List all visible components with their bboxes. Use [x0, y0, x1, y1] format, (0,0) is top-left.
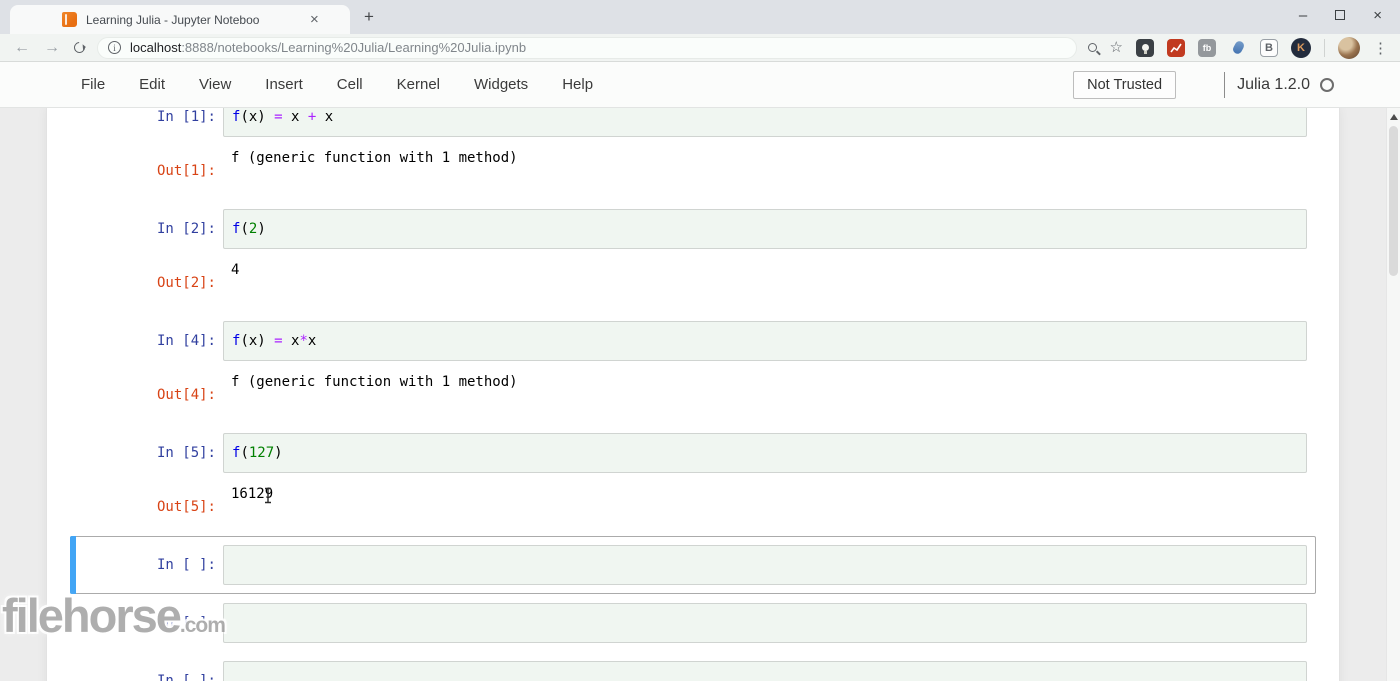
code-token: x	[283, 333, 300, 349]
code-cell[interactable]: In [ ]:	[70, 594, 1316, 652]
extension-lightbulb-icon[interactable]	[1136, 39, 1154, 57]
code-token: (x)	[240, 333, 274, 349]
extension-k-icon[interactable]: K	[1291, 38, 1311, 58]
extension-chart-icon[interactable]	[1167, 39, 1185, 57]
toolbar-divider	[1324, 39, 1325, 57]
input-prompt: In [ ]:	[79, 603, 216, 633]
mouse-glyph	[1231, 40, 1245, 56]
code-token: 127	[249, 445, 274, 461]
browser-tab-bar: Learning Julia - Jupyter Noteboo × + – ×	[0, 0, 1400, 34]
kernel-status-icon	[1320, 78, 1334, 92]
browser-menu-icon[interactable]: ⋮	[1373, 39, 1388, 57]
output-text: f (generic function with 1 method)	[223, 373, 518, 391]
code-token: (x)	[240, 109, 274, 125]
code-input-area[interactable]	[223, 545, 1307, 585]
scrollbar[interactable]	[1386, 108, 1400, 681]
tab-title: Learning Julia - Jupyter Noteboo	[86, 13, 304, 27]
code-cell[interactable]: In [1]: f(x) = x + xOut[1]: f (generic fun…	[70, 108, 1316, 200]
code-token: (	[240, 445, 248, 461]
notebook-container: In [1]: f(x) = x + xOut[1]: f (generic fun…	[46, 108, 1340, 681]
code-token: )	[274, 445, 282, 461]
code-token: )	[257, 221, 265, 237]
input-prompt: In [ ]:	[79, 661, 216, 681]
code-cell[interactable]: In [2]:f(2)Out[2]: 4	[70, 200, 1316, 312]
jupyter-menubar: File Edit View Insert Cell Kernel Widget…	[0, 62, 1400, 108]
code-cell[interactable]: In [ ]:	[70, 652, 1316, 681]
code-token: x	[308, 333, 316, 349]
input-prompt: In [ ]:	[79, 545, 216, 575]
browser-toolbar: ← → i localhost:8888/notebooks/Learning%…	[0, 34, 1400, 62]
header-divider	[1224, 72, 1225, 98]
new-tab-button[interactable]: +	[358, 7, 380, 27]
back-button[interactable]: ←	[14, 39, 30, 57]
code-input-area[interactable]: f(2)	[223, 209, 1307, 249]
menu-insert[interactable]: Insert	[248, 76, 320, 93]
output-text: f (generic function with 1 method)	[223, 149, 518, 167]
window-maximize-button[interactable]	[1335, 10, 1345, 20]
code-token: x	[283, 109, 308, 125]
output-prompt: Out[5]:	[79, 485, 216, 517]
menu-edit[interactable]: Edit	[122, 76, 182, 93]
output-text: 16129	[223, 485, 273, 503]
lightbulb-glyph	[1142, 44, 1149, 51]
kernel-name: Julia 1.2.0	[1237, 76, 1310, 94]
url-text: localhost:8888/notebooks/Learning%20Juli…	[130, 40, 526, 55]
input-prompt: In [4]:	[79, 321, 216, 351]
output-prompt: Out[2]:	[79, 261, 216, 293]
url-host: localhost	[130, 40, 181, 55]
url-path: :8888/notebooks/Learning%20Julia/Learnin…	[181, 40, 526, 55]
code-cell-selected[interactable]: In [ ]:	[70, 536, 1316, 594]
input-prompt: In [1]:	[79, 108, 216, 127]
code-input-area[interactable]: f(x) = x + x	[223, 108, 1307, 137]
code-cell[interactable]: In [5]:f(127)Out[5]: 16129	[70, 424, 1316, 536]
trust-status-badge[interactable]: Not Trusted	[1073, 71, 1176, 99]
site-info-icon[interactable]: i	[108, 41, 121, 54]
input-prompt: In [5]:	[79, 433, 216, 463]
notebook-scroll-area: In [1]: f(x) = x + xOut[1]: f (generic fun…	[0, 108, 1400, 681]
code-token: *	[299, 333, 307, 349]
menu-view[interactable]: View	[182, 76, 248, 93]
code-token: x	[316, 109, 333, 125]
code-cell[interactable]: In [4]:f(x) = x*xOut[4]: f (generic funct…	[70, 312, 1316, 424]
code-token: =	[274, 333, 282, 349]
code-token: =	[274, 109, 282, 125]
address-bar[interactable]: i localhost:8888/notebooks/Learning%20Ju…	[97, 37, 1077, 59]
window-close-button[interactable]: ×	[1373, 8, 1382, 23]
code-input-area[interactable]: f(127)	[223, 433, 1307, 473]
code-token: (	[240, 221, 248, 237]
zoom-icon[interactable]	[1088, 43, 1097, 52]
output-prompt: Out[4]:	[79, 373, 216, 405]
code-input-area[interactable]: f(x) = x*x	[223, 321, 1307, 361]
scrollbar-thumb[interactable]	[1389, 126, 1398, 276]
output-text: 4	[223, 261, 239, 279]
menu-widgets[interactable]: Widgets	[457, 76, 545, 93]
extension-mouse-icon[interactable]	[1229, 39, 1247, 57]
forward-button[interactable]: →	[44, 39, 60, 57]
extension-b-icon[interactable]: B	[1260, 39, 1278, 57]
menu-help[interactable]: Help	[545, 76, 610, 93]
menu-list: File Edit View Insert Cell Kernel Widget…	[64, 76, 610, 93]
jupyter-favicon-icon	[62, 12, 77, 27]
browser-tab[interactable]: Learning Julia - Jupyter Noteboo ×	[10, 5, 350, 34]
profile-avatar[interactable]	[1338, 37, 1360, 59]
scroll-up-icon[interactable]	[1390, 114, 1398, 120]
tab-close-icon[interactable]: ×	[310, 12, 319, 27]
input-prompt: In [2]:	[79, 209, 216, 239]
bookmark-star-icon[interactable]: ☆	[1110, 40, 1123, 55]
output-prompt: Out[1]:	[79, 149, 216, 181]
chart-glyph	[1170, 43, 1182, 53]
window-minimize-button[interactable]: –	[1299, 8, 1307, 23]
code-input-area[interactable]	[223, 661, 1307, 681]
code-input-area[interactable]	[223, 603, 1307, 643]
menu-file[interactable]: File	[64, 76, 122, 93]
menu-cell[interactable]: Cell	[320, 76, 380, 93]
extension-fb-icon[interactable]: fb	[1198, 39, 1216, 57]
menu-kernel[interactable]: Kernel	[380, 76, 457, 93]
reload-button[interactable]	[72, 40, 87, 55]
